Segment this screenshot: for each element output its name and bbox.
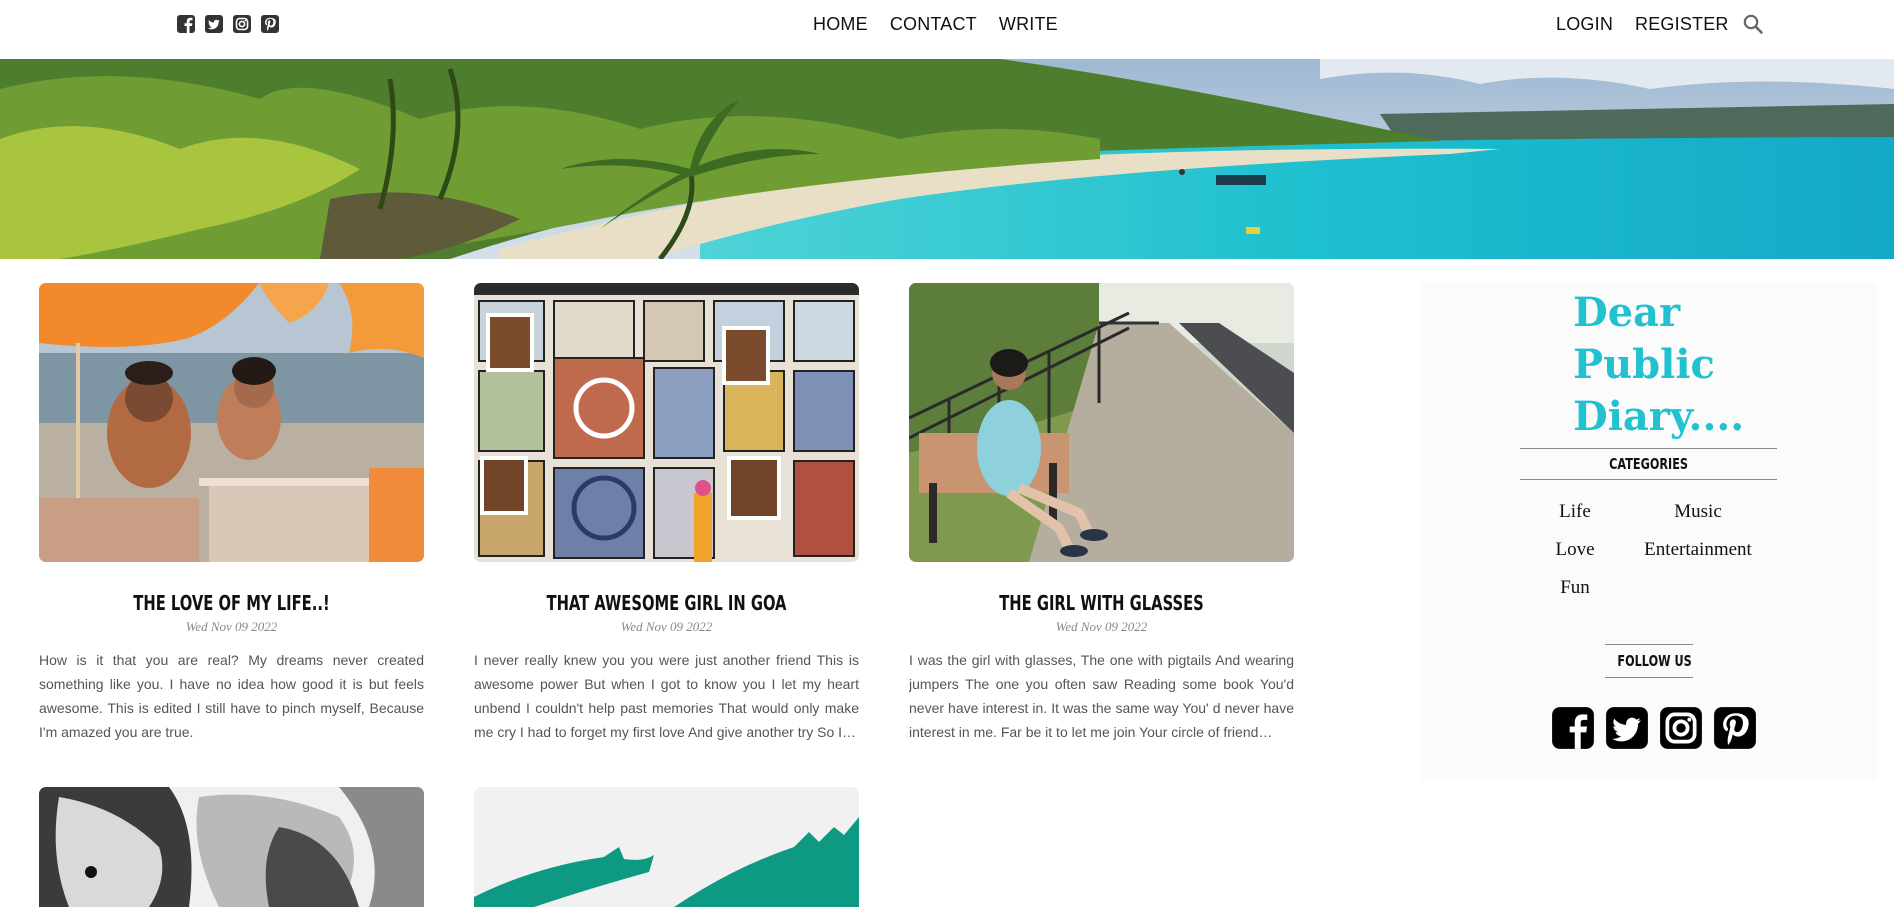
pinterest-icon[interactable] bbox=[260, 14, 280, 34]
category-life[interactable]: Life bbox=[1559, 501, 1591, 523]
post-card[interactable]: The Love of My Life..! Wed Nov 09 2022 H… bbox=[39, 283, 424, 744]
category-love[interactable]: Love bbox=[1555, 539, 1594, 561]
categories-heading: CATEGORIES bbox=[1520, 448, 1777, 480]
site-title-line: Diary.... bbox=[1573, 393, 1745, 440]
instagram-icon[interactable] bbox=[1659, 706, 1703, 750]
register-link[interactable]: REGISTER bbox=[1635, 13, 1729, 35]
follow-us-heading: FOLLOW US bbox=[1605, 644, 1693, 678]
post-image[interactable] bbox=[39, 283, 424, 562]
post-image[interactable] bbox=[474, 283, 859, 562]
post-image[interactable] bbox=[474, 787, 859, 907]
category-music[interactable]: Music bbox=[1674, 501, 1722, 523]
hero-banner-image bbox=[0, 59, 1894, 259]
follow-us-icons bbox=[1551, 706, 1757, 750]
search-icon[interactable] bbox=[1742, 13, 1764, 35]
nav-contact-link[interactable]: CONTACT bbox=[890, 13, 977, 35]
post-card[interactable]: The Girl with Glasses Wed Nov 09 2022 I … bbox=[909, 283, 1294, 744]
facebook-icon[interactable] bbox=[176, 14, 196, 34]
pinterest-icon[interactable] bbox=[1713, 706, 1757, 750]
post-date: Wed Nov 09 2022 bbox=[620, 619, 713, 634]
twitter-icon[interactable] bbox=[1605, 706, 1649, 750]
post-date: Wed Nov 09 2022 bbox=[1055, 619, 1148, 634]
category-entertainment[interactable]: Entertainment bbox=[1644, 539, 1752, 561]
post-title[interactable]: The Girl with Glasses bbox=[944, 591, 1260, 615]
category-fun[interactable]: Fun bbox=[1560, 577, 1590, 599]
sidebar: Dear Public Diary.... CATEGORIES Life Mu… bbox=[1421, 283, 1877, 780]
post-excerpt: How is it that you are real? My dreams n… bbox=[39, 652, 424, 740]
post-card[interactable] bbox=[39, 787, 424, 907]
post-date: Wed Nov 09 2022 bbox=[185, 619, 278, 634]
login-link[interactable]: LOGIN bbox=[1556, 13, 1613, 35]
social-links-top bbox=[176, 14, 280, 34]
facebook-icon[interactable] bbox=[1551, 706, 1595, 750]
post-excerpt: I was the girl with glasses, The one wit… bbox=[909, 652, 1294, 740]
instagram-icon[interactable] bbox=[232, 14, 252, 34]
categories-heading-text: CATEGORIES bbox=[1609, 455, 1688, 473]
nav-write-link[interactable]: WRITE bbox=[999, 13, 1058, 35]
site-title-line: Public bbox=[1573, 341, 1715, 388]
nav-home-link[interactable]: HOME bbox=[813, 13, 868, 35]
post-image[interactable] bbox=[39, 787, 424, 907]
post-title[interactable]: The Love of My Life..! bbox=[74, 591, 390, 615]
post-excerpt: I never really knew you you were just an… bbox=[474, 652, 859, 740]
site-title: Dear Public Diary.... bbox=[1573, 287, 1773, 443]
post-title[interactable]: That Awesome Girl in Goa bbox=[509, 591, 825, 615]
follow-us-heading-text: FOLLOW US bbox=[1617, 652, 1692, 670]
main-nav: HOME CONTACT WRITE bbox=[813, 13, 1058, 35]
auth-nav: LOGIN REGISTER bbox=[1556, 13, 1729, 35]
post-image[interactable] bbox=[909, 283, 1294, 562]
post-card[interactable]: That Awesome Girl in Goa Wed Nov 09 2022… bbox=[474, 283, 859, 744]
post-card[interactable] bbox=[474, 787, 859, 907]
twitter-icon[interactable] bbox=[204, 14, 224, 34]
site-title-line: Dear bbox=[1573, 289, 1681, 336]
top-navbar: HOME CONTACT WRITE LOGIN REGISTER bbox=[0, 0, 1894, 59]
